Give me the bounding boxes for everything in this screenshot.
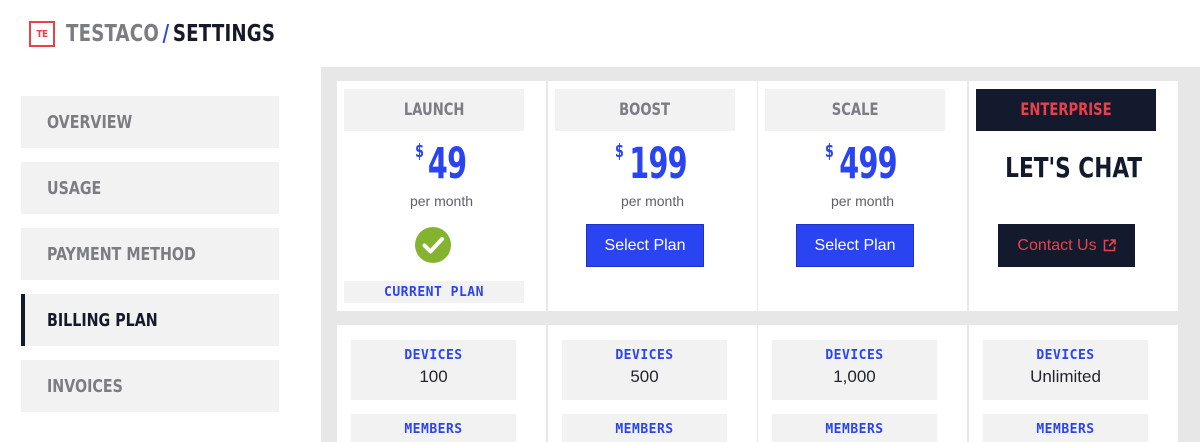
brand-name[interactable]: TESTACO bbox=[66, 21, 159, 47]
feature-label: DEVICES bbox=[615, 348, 674, 363]
breadcrumb: TESTACO / SETTINGS bbox=[66, 21, 275, 47]
features-card-enterprise: DEVICES Unlimited MEMBERS bbox=[969, 325, 1178, 442]
sidebar-item-label: OVERVIEW bbox=[47, 111, 133, 133]
feature-label: MEMBERS bbox=[825, 422, 884, 437]
plan-price: $499 bbox=[824, 139, 897, 189]
sidebar-item-invoices[interactable]: INVOICES bbox=[21, 360, 279, 412]
plan-period: per month bbox=[409, 193, 474, 209]
members-feature: MEMBERS bbox=[351, 414, 516, 442]
feature-value: Unlimited bbox=[1030, 367, 1101, 386]
sidebar-item-label: INVOICES bbox=[47, 375, 123, 397]
feature-label: DEVICES bbox=[1036, 348, 1095, 363]
plan-price: $49 bbox=[414, 139, 467, 189]
billing-plans-panel: LAUNCH $49 per month CURRENT PLAN BOOST … bbox=[321, 67, 1200, 442]
settings-sidebar: OVERVIEW USAGE PAYMENT METHOD BILLING PL… bbox=[21, 96, 279, 426]
sidebar-item-label: USAGE bbox=[47, 177, 102, 199]
features-card-launch: DEVICES 100 MEMBERS bbox=[337, 325, 546, 442]
plan-period: per month bbox=[620, 193, 685, 209]
select-plan-button-scale[interactable]: Select Plan bbox=[796, 224, 914, 267]
features-card-boost: DEVICES 500 MEMBERS bbox=[548, 325, 757, 442]
current-plan-badge: CURRENT PLAN bbox=[344, 281, 524, 303]
features-card-scale: DEVICES 1,000 MEMBERS bbox=[758, 325, 967, 442]
select-plan-button-boost[interactable]: Select Plan bbox=[586, 224, 704, 267]
devices-feature: DEVICES 500 bbox=[562, 340, 727, 400]
external-link-icon bbox=[1103, 239, 1116, 252]
sidebar-item-label: PAYMENT METHOD bbox=[47, 243, 196, 265]
check-circle-icon bbox=[415, 227, 451, 263]
contact-us-label: Contact Us bbox=[1017, 236, 1097, 254]
plan-price: $199 bbox=[614, 139, 687, 189]
feature-value: 100 bbox=[419, 367, 448, 386]
sidebar-item-label: BILLING PLAN bbox=[47, 309, 158, 331]
plan-card-scale: SCALE $499 per month Select Plan bbox=[758, 81, 967, 311]
feature-label: DEVICES bbox=[404, 348, 463, 363]
plan-card-boost: BOOST $199 per month Select Plan bbox=[548, 81, 757, 311]
members-feature: MEMBERS bbox=[562, 414, 727, 442]
sidebar-item-billing-plan[interactable]: BILLING PLAN bbox=[21, 294, 279, 346]
sidebar-item-usage[interactable]: USAGE bbox=[21, 162, 279, 214]
devices-feature: DEVICES 100 bbox=[351, 340, 516, 400]
testaco-logo[interactable]: TE bbox=[29, 21, 55, 47]
plan-card-launch: LAUNCH $49 per month CURRENT PLAN bbox=[337, 81, 546, 311]
plan-name: ENTERPRISE bbox=[976, 89, 1156, 131]
feature-label: MEMBERS bbox=[615, 422, 674, 437]
members-feature: MEMBERS bbox=[772, 414, 937, 442]
feature-label: DEVICES bbox=[825, 348, 884, 363]
plan-name: BOOST bbox=[555, 89, 735, 131]
sidebar-item-payment-method[interactable]: PAYMENT METHOD bbox=[21, 228, 279, 280]
feature-value: 500 bbox=[630, 367, 659, 386]
plan-name: LAUNCH bbox=[344, 89, 524, 131]
enterprise-headline: LET'S CHAT bbox=[1005, 151, 1142, 184]
contact-us-button[interactable]: Contact Us bbox=[998, 224, 1135, 267]
plan-name: SCALE bbox=[765, 89, 945, 131]
feature-label: MEMBERS bbox=[1036, 422, 1095, 437]
breadcrumb-separator: / bbox=[162, 21, 170, 47]
feature-value: 1,000 bbox=[833, 367, 876, 386]
devices-feature: DEVICES 1,000 bbox=[772, 340, 937, 400]
app-header: TE TESTACO / SETTINGS bbox=[29, 20, 304, 48]
plan-period: per month bbox=[830, 193, 895, 209]
feature-label: MEMBERS bbox=[404, 422, 463, 437]
devices-feature: DEVICES Unlimited bbox=[983, 340, 1148, 400]
plan-card-enterprise: ENTERPRISE LET'S CHAT Contact Us bbox=[969, 81, 1178, 311]
page-title: SETTINGS bbox=[172, 21, 276, 47]
sidebar-item-overview[interactable]: OVERVIEW bbox=[21, 96, 279, 148]
members-feature: MEMBERS bbox=[983, 414, 1148, 442]
